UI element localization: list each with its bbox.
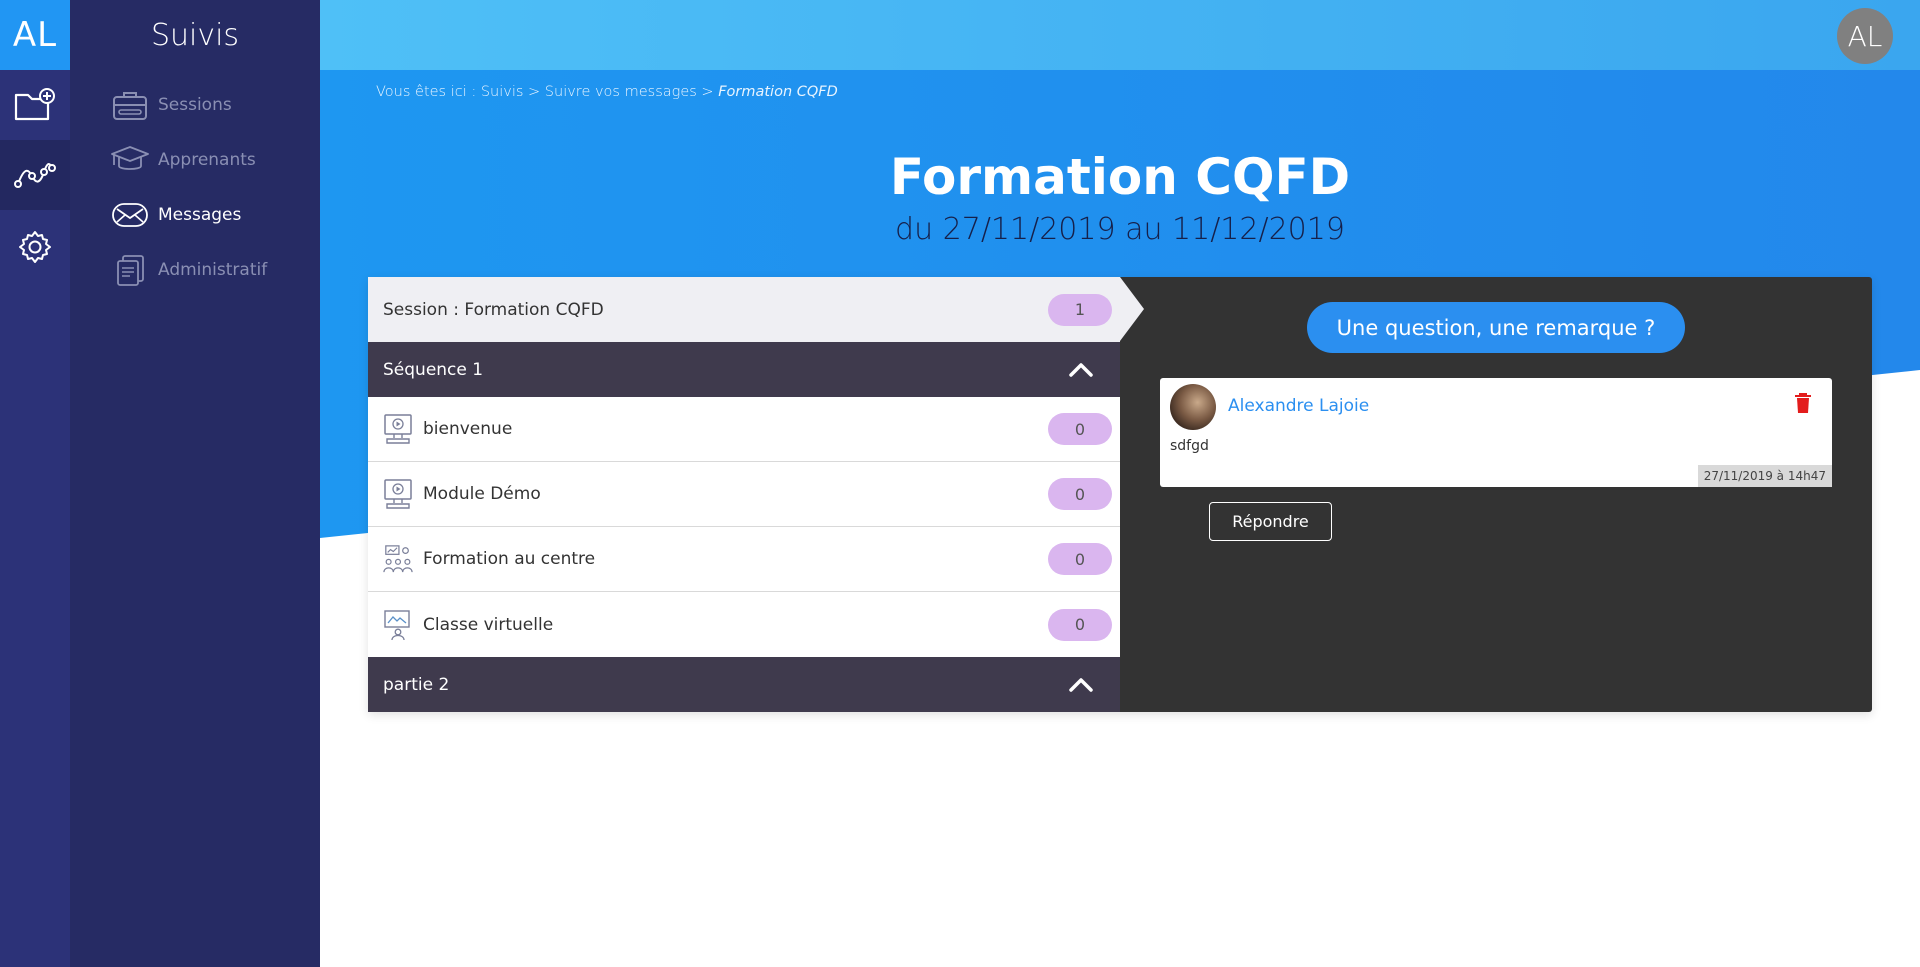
count-badge: 0 [1048,608,1112,641]
sequence-header[interactable]: Séquence 1 [368,342,1120,397]
menu-item-label: Administratif [158,260,268,280]
session-tree: Session : Formation CQFD 1 Séquence 1 bi… [368,277,1144,712]
menu-item-label: Sessions [158,95,232,115]
module-row[interactable]: Formation au centre 0 [368,527,1120,592]
author-avatar [1170,384,1216,430]
breadcrumb-path[interactable]: Vous êtes ici : Suivis > Suivre vos mess… [376,84,718,100]
module-label: Formation au centre [423,549,596,569]
breadcrumb: Vous êtes ici : Suivis > Suivre vos mess… [376,84,838,100]
main-content: AL Vous êtes ici : Suivis > Suivre vos m… [320,0,1920,967]
module-row[interactable]: Module Démo 0 [368,462,1120,527]
module-label: bienvenue [423,419,513,439]
virtual-class-icon [383,608,413,642]
sequence-title: Séquence 1 [383,359,484,380]
count-badge: 0 [1048,413,1112,445]
documents-icon [110,250,150,290]
module-row[interactable]: Classe virtuelle 0 [368,592,1120,657]
menu-item-label: Apprenants [158,150,256,170]
chevron-up-icon[interactable] [1068,360,1094,378]
count-badge: 0 [1048,543,1112,575]
sessions-icon [110,85,150,125]
breadcrumb-current: Formation CQFD [718,84,838,100]
messages-card: Session : Formation CQFD 1 Séquence 1 bi… [368,277,1872,712]
menu-item-sessions[interactable]: Sessions [110,83,232,127]
app-logo[interactable]: AL [0,0,70,70]
count-badge: 1 [1048,293,1112,326]
folder-add-icon [14,88,55,121]
message-card: Alexandre Lajoie sdfgd 27/11/2019 à 14h4… [1160,378,1832,487]
page-subtitle: du 27/11/2019 au 11/12/2019 [895,212,1345,247]
video-screen-icon [383,412,413,446]
menu-item-administratif[interactable]: Administratif [110,248,267,292]
module-label: Classe virtuelle [423,614,554,635]
message-date: 27/11/2019 à 14h47 [1697,465,1832,487]
message-author[interactable]: Alexandre Lajoie [1228,396,1369,416]
top-bar [320,0,1920,70]
rail-item-create[interactable] [0,70,70,140]
sequence-header[interactable]: partie 2 [368,657,1120,712]
menu-item-label: Messages [158,205,242,225]
trash-icon[interactable] [1794,392,1812,414]
rail-item-tracking[interactable] [0,140,70,210]
count-badge: 0 [1048,478,1112,510]
icon-rail: AL [0,0,70,967]
session-row[interactable]: Session : Formation CQFD 1 [368,277,1120,342]
messages-panel: Une question, une remarque ? Alexandre L… [1120,277,1872,712]
gear-icon [19,231,51,263]
menu-item-messages[interactable]: Messages [110,193,241,237]
reply-button[interactable]: Répondre [1209,502,1332,541]
envelope-icon [110,195,150,235]
group-training-icon [383,542,413,576]
user-avatar[interactable]: AL [1837,8,1893,64]
ask-question-button[interactable]: Une question, une remarque ? [1307,302,1685,353]
tracking-graph-icon [14,163,56,188]
message-text: sdfgd [1170,438,1209,454]
side-menu: Suivis Sessions Apprenants Messages Admi… [70,0,320,967]
menu-item-apprenants[interactable]: Apprenants [110,138,256,182]
video-screen-icon [383,477,413,511]
module-label: Module Démo [423,484,541,504]
module-row[interactable]: bienvenue 0 [368,397,1120,462]
rail-item-settings[interactable] [0,212,70,282]
menu-title: Suivis [150,18,240,53]
session-label: Session : Formation CQFD [383,299,604,320]
chevron-up-icon[interactable] [1068,675,1094,693]
page-title: Formation CQFD [889,148,1351,206]
sequence-title: partie 2 [383,674,450,695]
graduation-cap-icon [110,140,150,180]
